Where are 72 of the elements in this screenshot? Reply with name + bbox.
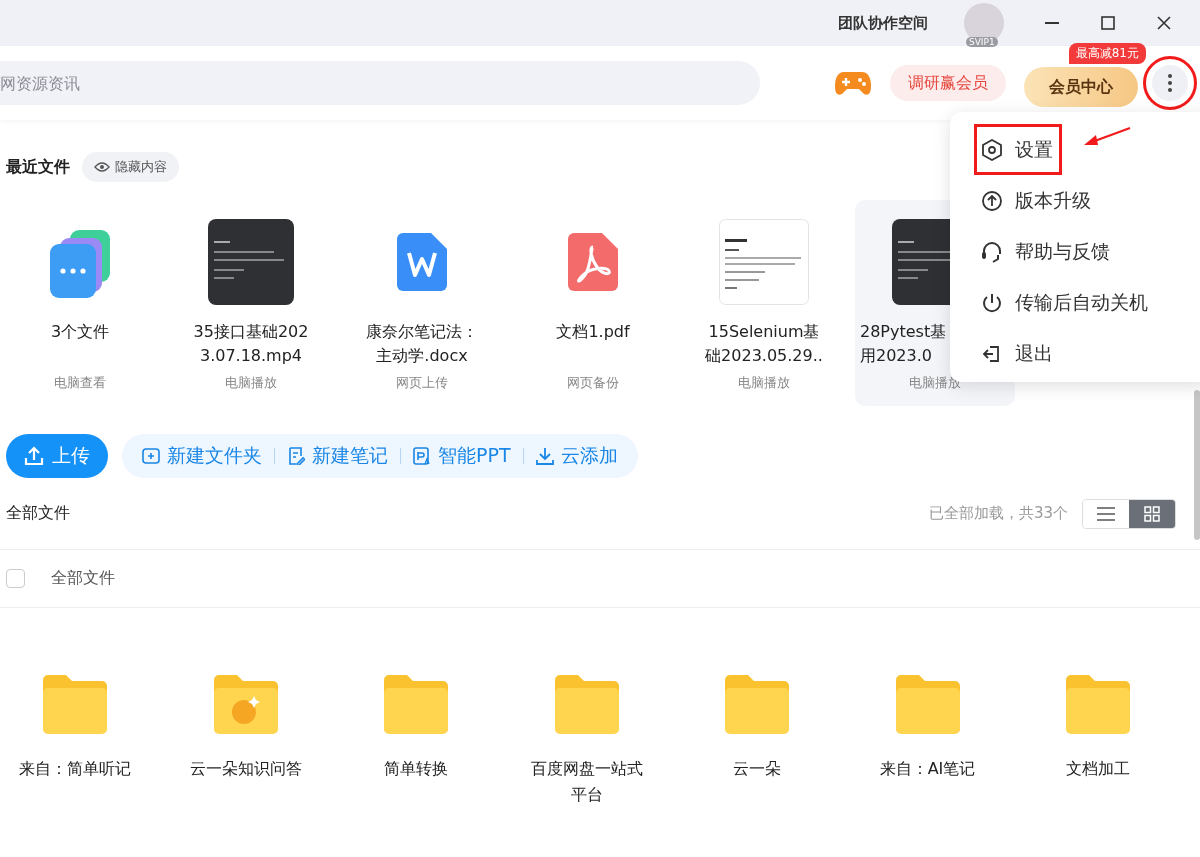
- folder-icon[interactable]: [384, 674, 448, 734]
- annotation-arrow: [1082, 126, 1132, 148]
- maximize-icon[interactable]: [1101, 16, 1115, 30]
- file-name-line: 础2023.05.29..: [705, 345, 823, 367]
- file-name-line: 28Pytest基: [860, 321, 947, 343]
- more-icon: [1168, 74, 1172, 92]
- eye-icon: [94, 162, 110, 172]
- close-icon[interactable]: [1157, 16, 1171, 30]
- file-name-line: 康奈尔笔记法：: [366, 321, 478, 343]
- pdf-document-icon: [568, 233, 618, 291]
- file-name-line: 35接口基础202: [193, 321, 309, 343]
- folder-name: 云一朵知识问答: [188, 758, 303, 780]
- file-name-line: 15Selenium基: [708, 321, 820, 343]
- file-name-line: 3.07.18.mp4: [199, 345, 303, 367]
- column-header: 全部文件: [51, 568, 115, 589]
- folder-name: 来自：AI笔记: [878, 758, 977, 780]
- folder-name: 百度网盘一站式平台: [529, 758, 644, 806]
- folder-icon[interactable]: [554, 674, 619, 734]
- file-source: 电脑播放: [738, 374, 790, 392]
- file-source: 网页上传: [396, 374, 448, 392]
- download-icon: [535, 447, 554, 465]
- minimize-icon[interactable]: [1045, 22, 1059, 24]
- discount-badge: 最高减81元: [1068, 43, 1146, 64]
- folder-name: 来自：简单听记: [18, 758, 132, 780]
- folder-name: 简单转换: [383, 758, 449, 780]
- tool-button[interactable]: 新建文件夹: [136, 443, 268, 469]
- menu-item[interactable]: 设置: [974, 124, 1062, 175]
- tool-button[interactable]: 新建笔记: [281, 443, 394, 469]
- upload-icon: [24, 446, 44, 466]
- note-icon: [287, 447, 305, 465]
- hide-content-button[interactable]: 隐藏内容: [82, 152, 179, 182]
- word-document-icon: [397, 233, 447, 291]
- list-icon: [1097, 506, 1115, 521]
- file-name-line: 文档1.pdf: [556, 321, 630, 343]
- file-name-line: 用2023.0: [860, 345, 932, 367]
- file-name-line: 主动学.docx: [376, 345, 468, 367]
- vip-center-button[interactable]: 会员中心: [1024, 67, 1138, 107]
- survey-button[interactable]: 调研赢会员: [890, 65, 1006, 101]
- view-toggle[interactable]: [1129, 499, 1175, 528]
- recent-file[interactable]: 康奈尔笔记法： 主动学.docx 网页上传: [342, 200, 502, 406]
- recent-file[interactable]: 3个文件 电脑查看: [0, 200, 160, 406]
- vip-level-badge: SVIP1: [966, 37, 998, 47]
- load-status: 已全部加载，共33个: [928, 504, 1068, 523]
- folder-name: 云一朵: [732, 758, 782, 780]
- search-field[interactable]: 网资源资讯: [0, 61, 760, 105]
- section-title: 最近文件: [6, 156, 70, 178]
- headset-icon: [981, 240, 1003, 263]
- section-title: 全部文件: [6, 503, 70, 524]
- select-all-checkbox[interactable]: [6, 569, 25, 588]
- file-source: 网页备份: [567, 374, 619, 392]
- new-folder-icon: [142, 447, 160, 465]
- folder-icon[interactable]: [895, 674, 960, 734]
- file-source: 电脑查看: [54, 374, 106, 392]
- recent-file[interactable]: 15Selenium基 础2023.05.29.. 电脑播放: [684, 200, 844, 406]
- grid-icon: [1144, 505, 1160, 522]
- recent-file[interactable]: 文档1.pdf 网页备份: [513, 200, 673, 406]
- power-icon: [981, 291, 1003, 314]
- presentation-icon: [413, 447, 431, 465]
- gamepad-icon[interactable]: [834, 69, 872, 97]
- upgrade-icon: [981, 189, 1003, 212]
- scrollbar[interactable]: [1194, 390, 1200, 540]
- file-name-line: 3个文件: [50, 321, 110, 343]
- recent-file[interactable]: 35接口基础202 3.07.18.mp4 电脑播放: [171, 200, 331, 406]
- folder-icon[interactable]: [1066, 674, 1130, 734]
- team-space-label[interactable]: 团队协作空间: [838, 13, 928, 33]
- tool-button[interactable]: 智能PPT: [407, 443, 517, 469]
- folder-icon[interactable]: [213, 674, 278, 734]
- settings-icon: [981, 138, 1003, 161]
- file-source: 电脑播放: [225, 374, 277, 392]
- folder-icon[interactable]: [725, 674, 789, 734]
- folder-icon[interactable]: [43, 674, 107, 734]
- folder-name: 文档加工: [1065, 758, 1131, 780]
